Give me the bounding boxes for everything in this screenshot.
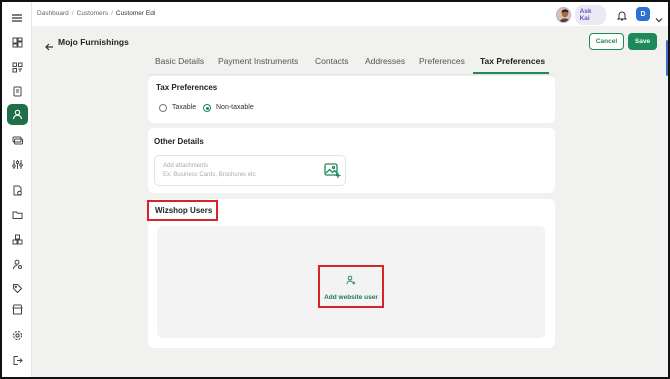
- chevron-down-icon[interactable]: [655, 10, 663, 28]
- tab-payment-instruments[interactable]: Payment Instruments: [218, 56, 298, 66]
- breadcrumb-item: Customer Edi: [115, 10, 156, 17]
- dashboard-icon[interactable]: [8, 33, 26, 51]
- add-website-user-label: Add website user: [324, 294, 378, 301]
- boxes-icon[interactable]: [8, 230, 26, 248]
- scan-icon[interactable]: [8, 58, 26, 76]
- non-taxable-radio[interactable]: [203, 104, 211, 112]
- non-taxable-label[interactable]: Non-taxable: [216, 104, 254, 111]
- logout-icon[interactable]: [8, 351, 26, 369]
- tab-contacts[interactable]: Contacts: [315, 56, 349, 66]
- breadcrumb: Dashboard / Customers / Customer Edi: [37, 10, 155, 17]
- settings-sliders-icon[interactable]: [8, 155, 26, 173]
- page-title: Mojo Furnishings: [58, 37, 129, 47]
- tab-preferences[interactable]: Preferences: [419, 56, 465, 66]
- tax-preferences-card: Tax Preferences Taxable Non-taxable: [148, 76, 555, 123]
- top-bar: Dashboard / Customers / Customer Edi Ask Kai…: [32, 2, 668, 26]
- back-arrow-icon[interactable]: [45, 38, 54, 56]
- invoice-icon[interactable]: [8, 181, 26, 199]
- add-website-user-button[interactable]: Add website user: [318, 265, 384, 308]
- breadcrumb-separator: /: [111, 10, 113, 17]
- add-image-icon[interactable]: [324, 162, 341, 184]
- tax-preferences-title: Tax Preferences: [156, 83, 218, 92]
- attachments-placeholder: Add attachments: [163, 163, 209, 169]
- tab-basic-details[interactable]: Basic Details: [155, 56, 204, 66]
- tag-icon[interactable]: [8, 279, 26, 297]
- attachments-dropzone[interactable]: Add attachments Ex: Business Cards, Broc…: [154, 155, 346, 186]
- menu-icon[interactable]: [8, 9, 26, 27]
- user-settings-icon[interactable]: [8, 255, 26, 273]
- ask-kai-label: Ask Kai: [574, 4, 606, 25]
- folder-icon[interactable]: [8, 205, 26, 223]
- breadcrumb-item[interactable]: Dashboard: [37, 10, 69, 17]
- add-user-icon: [346, 272, 356, 290]
- kai-avatar: [556, 6, 571, 23]
- store-icon[interactable]: [8, 300, 26, 318]
- save-button[interactable]: Save: [628, 33, 657, 50]
- ask-kai-button[interactable]: Ask Kai: [556, 4, 606, 25]
- breadcrumb-item[interactable]: Customers: [77, 10, 108, 17]
- user-avatar[interactable]: D: [636, 7, 650, 21]
- gear-icon[interactable]: [8, 326, 26, 344]
- scrollbar[interactable]: [666, 40, 668, 76]
- user-icon[interactable]: [7, 104, 28, 125]
- tabs-divider: [148, 74, 555, 75]
- active-tab-indicator: [473, 72, 549, 74]
- taxable-label[interactable]: Taxable: [172, 104, 196, 111]
- payments-icon[interactable]: [8, 131, 26, 149]
- tab-addresses[interactable]: Addresses: [365, 56, 405, 66]
- wizshop-users-title: Wizshop Users: [155, 206, 213, 215]
- sidebar: [2, 2, 32, 377]
- tab-tax-preferences[interactable]: Tax Preferences: [480, 56, 545, 66]
- taxable-radio[interactable]: [159, 104, 167, 112]
- notification-bell-icon[interactable]: [616, 8, 628, 26]
- breadcrumb-separator: /: [71, 10, 74, 17]
- attachments-hint: Ex: Business Cards, Brochures etc: [163, 172, 256, 178]
- cancel-button[interactable]: Cancel: [589, 33, 624, 50]
- document-icon[interactable]: [8, 82, 26, 100]
- other-details-title: Other Details: [154, 137, 204, 146]
